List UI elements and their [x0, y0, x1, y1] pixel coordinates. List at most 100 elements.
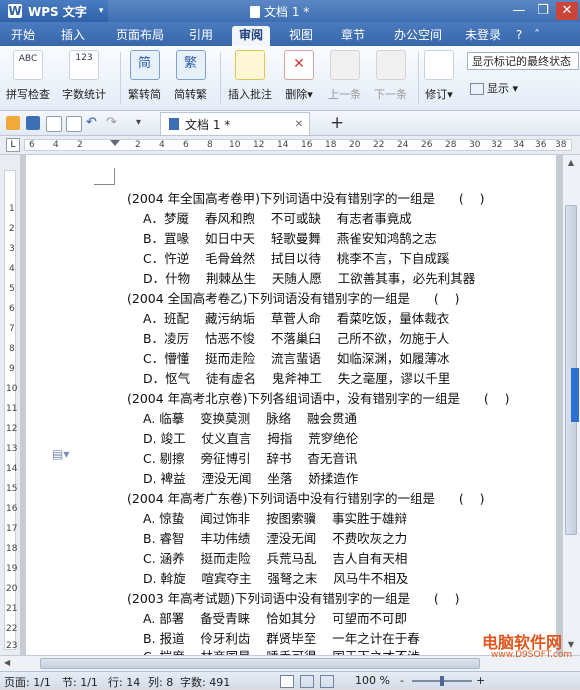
ruler-number: 18	[325, 140, 337, 150]
document-icon	[250, 5, 260, 18]
tab-section[interactable]: 章节	[336, 26, 370, 46]
new-tab-button[interactable]: +	[330, 113, 344, 133]
close-button[interactable]: ✕	[556, 2, 578, 20]
login-link[interactable]: 未登录	[462, 26, 504, 46]
app-name: WPS 文字	[28, 4, 87, 19]
previous-comment-button[interactable]: 上一条	[328, 50, 361, 102]
ruler-number: 2	[135, 140, 141, 150]
tab-page-layout[interactable]: 页面布局	[110, 26, 170, 46]
question-line: (2003 年高考试题)下列词语中没有错别字的一组是 ( )	[127, 591, 460, 606]
document-tab-label: 文档 1 *	[185, 117, 231, 132]
tab-view[interactable]: 视图	[284, 26, 318, 46]
word-count-button[interactable]: 123 字数统计	[62, 50, 106, 102]
ruler-number: 12	[6, 424, 18, 434]
zoom-level[interactable]: 100 %	[355, 674, 390, 687]
zoom-in-button[interactable]: +	[476, 674, 485, 687]
help-icon[interactable]: ?	[512, 26, 526, 46]
document-title: 文档 1 *	[264, 5, 310, 19]
scroll-left-icon[interactable]: ◀	[4, 658, 10, 667]
answer-line: C．懵懂 挺而走险 流言蜚语 如临深渊，如履薄冰	[143, 351, 450, 366]
tab-home[interactable]: 开始	[6, 26, 40, 46]
first-line-indent-marker[interactable]	[110, 140, 120, 146]
ruler-number: 13	[6, 444, 18, 454]
ruler-number: 18	[6, 544, 18, 554]
horizontal-scroll-thumb[interactable]	[40, 658, 480, 669]
ruler-number: 2	[9, 224, 15, 234]
chevron-up-icon[interactable]: ˆ	[530, 26, 544, 46]
print-icon[interactable]	[46, 116, 62, 132]
ribbon-divider	[418, 52, 419, 104]
spell-check-button[interactable]: ABC 拼写检查	[6, 50, 50, 102]
save-icon[interactable]	[26, 116, 40, 130]
close-tab-icon[interactable]: ✕	[295, 119, 303, 130]
insert-comment-button[interactable]: 插入批注	[228, 50, 272, 102]
ruler-number: 6	[183, 140, 189, 150]
answer-line: D．什物 荆棘丛生 天随人愿 工欲善其事，必先利其器	[143, 271, 476, 286]
outline-view-icon[interactable]	[300, 675, 314, 688]
question-line: (2004 年高考北京卷)下列各组词语中，没有错别字的一组是 ( )	[127, 391, 510, 406]
delete-comment-button[interactable]: ✕ 删除▾	[284, 50, 314, 102]
to-simplified-button[interactable]: 简 繁转简	[128, 50, 161, 102]
to-traditional-button[interactable]: 繁 简转繁	[174, 50, 207, 102]
ruler-number: 3	[9, 244, 15, 254]
undo-icon[interactable]: ↶	[86, 116, 100, 130]
answer-line: C. 剔擦 旁征博引 辞书 杳无音讯	[143, 451, 358, 466]
spell-check-icon: ABC	[13, 50, 43, 80]
ruler-number: 30	[469, 140, 481, 150]
ruler-number: 19	[6, 564, 18, 574]
ruler-number: 8	[207, 140, 213, 150]
title-bar: W WPS 文字 ▾ 文档 1 * — ❐ ✕	[0, 0, 580, 22]
tab-office-space[interactable]: 办公空间	[388, 26, 448, 46]
tab-stop-selector[interactable]: L	[6, 138, 20, 152]
print-preview-icon[interactable]	[66, 116, 82, 132]
ruler-number: 12	[253, 140, 265, 150]
chevron-down-icon: ▾	[447, 88, 453, 101]
web-view-icon[interactable]	[320, 675, 334, 688]
ruler-number: 10	[229, 140, 241, 150]
customize-toolbar-icon[interactable]: ▾	[136, 116, 150, 130]
scroll-up-icon[interactable]: ▲	[565, 158, 577, 170]
open-icon[interactable]	[6, 116, 20, 130]
next-icon	[375, 50, 406, 80]
ruler-number: 4	[159, 140, 165, 150]
redo-icon[interactable]: ↷	[106, 116, 120, 130]
answer-line: D．怄气 徒有虚名 鬼斧神工 失之毫厘，谬以千里	[143, 371, 451, 386]
app-menu-button[interactable]: W WPS 文字 ▾	[0, 0, 108, 22]
ruler-number: 4	[53, 140, 59, 150]
document-tab[interactable]: 文档 1 * ✕	[160, 112, 310, 135]
answer-line: B．罝喙 如日中天 轻歌曼舞 燕雀安知鸿鹄之志	[143, 231, 437, 246]
paragraph-layout-icon[interactable]: ▤▾	[52, 447, 74, 463]
markup-state-select[interactable]: 显示标记的最终状态	[467, 52, 579, 70]
ruler-number: 2	[77, 140, 83, 150]
minimize-button[interactable]: —	[508, 2, 530, 20]
ruler-number: 7	[9, 324, 15, 334]
zoom-out-button[interactable]: -	[400, 674, 404, 687]
chevron-down-icon: ▾	[98, 6, 104, 16]
word-count-icon: 123	[69, 50, 99, 80]
next-comment-button[interactable]: 下一条	[374, 50, 407, 102]
delete-label: 删除▾	[285, 88, 313, 101]
ruler-number: 14	[6, 464, 18, 474]
ruler-number: 28	[445, 140, 457, 150]
next-label: 下一条	[374, 88, 407, 101]
ruler-number: 23	[6, 641, 18, 651]
track-changes-label: 修订▾	[425, 88, 453, 101]
page-view-icon[interactable]	[280, 675, 294, 688]
restore-button[interactable]: ❐	[532, 2, 554, 20]
answer-line: C. 揣度 林商国是 唾手可得 国王下之才不涉	[143, 646, 420, 655]
question-line: (2004 年全国高考卷甲)下列词语中没有错别字的一组是 ( )	[127, 191, 485, 206]
tab-references[interactable]: 引用	[184, 26, 218, 46]
zoom-slider-handle[interactable]	[440, 676, 444, 686]
ruler-track: 6 4 2 2 4 6 8 10 12 14 16 18 20 22 24 26…	[24, 139, 572, 151]
insert-comment-label: 插入批注	[228, 88, 272, 101]
show-markup-button[interactable]: 显示 ▾	[470, 80, 518, 96]
tab-insert[interactable]: 插入	[56, 26, 90, 46]
track-changes-button[interactable]: 修订▾	[424, 50, 454, 102]
wps-logo-icon: W	[8, 4, 22, 18]
tab-review[interactable]: 审阅	[232, 26, 270, 46]
ruler-number: 16	[6, 504, 18, 514]
watermark-url: www.D9SOFT.com	[491, 650, 573, 660]
status-bar: 页面: 1/1 节: 1/1 行: 14 列: 8 字数: 491 100 % …	[0, 671, 580, 689]
scroll-position-marker	[571, 368, 579, 422]
answer-line: C. 涵养 挺而走险 兵荒马乱 吉人自有天相	[143, 551, 408, 566]
